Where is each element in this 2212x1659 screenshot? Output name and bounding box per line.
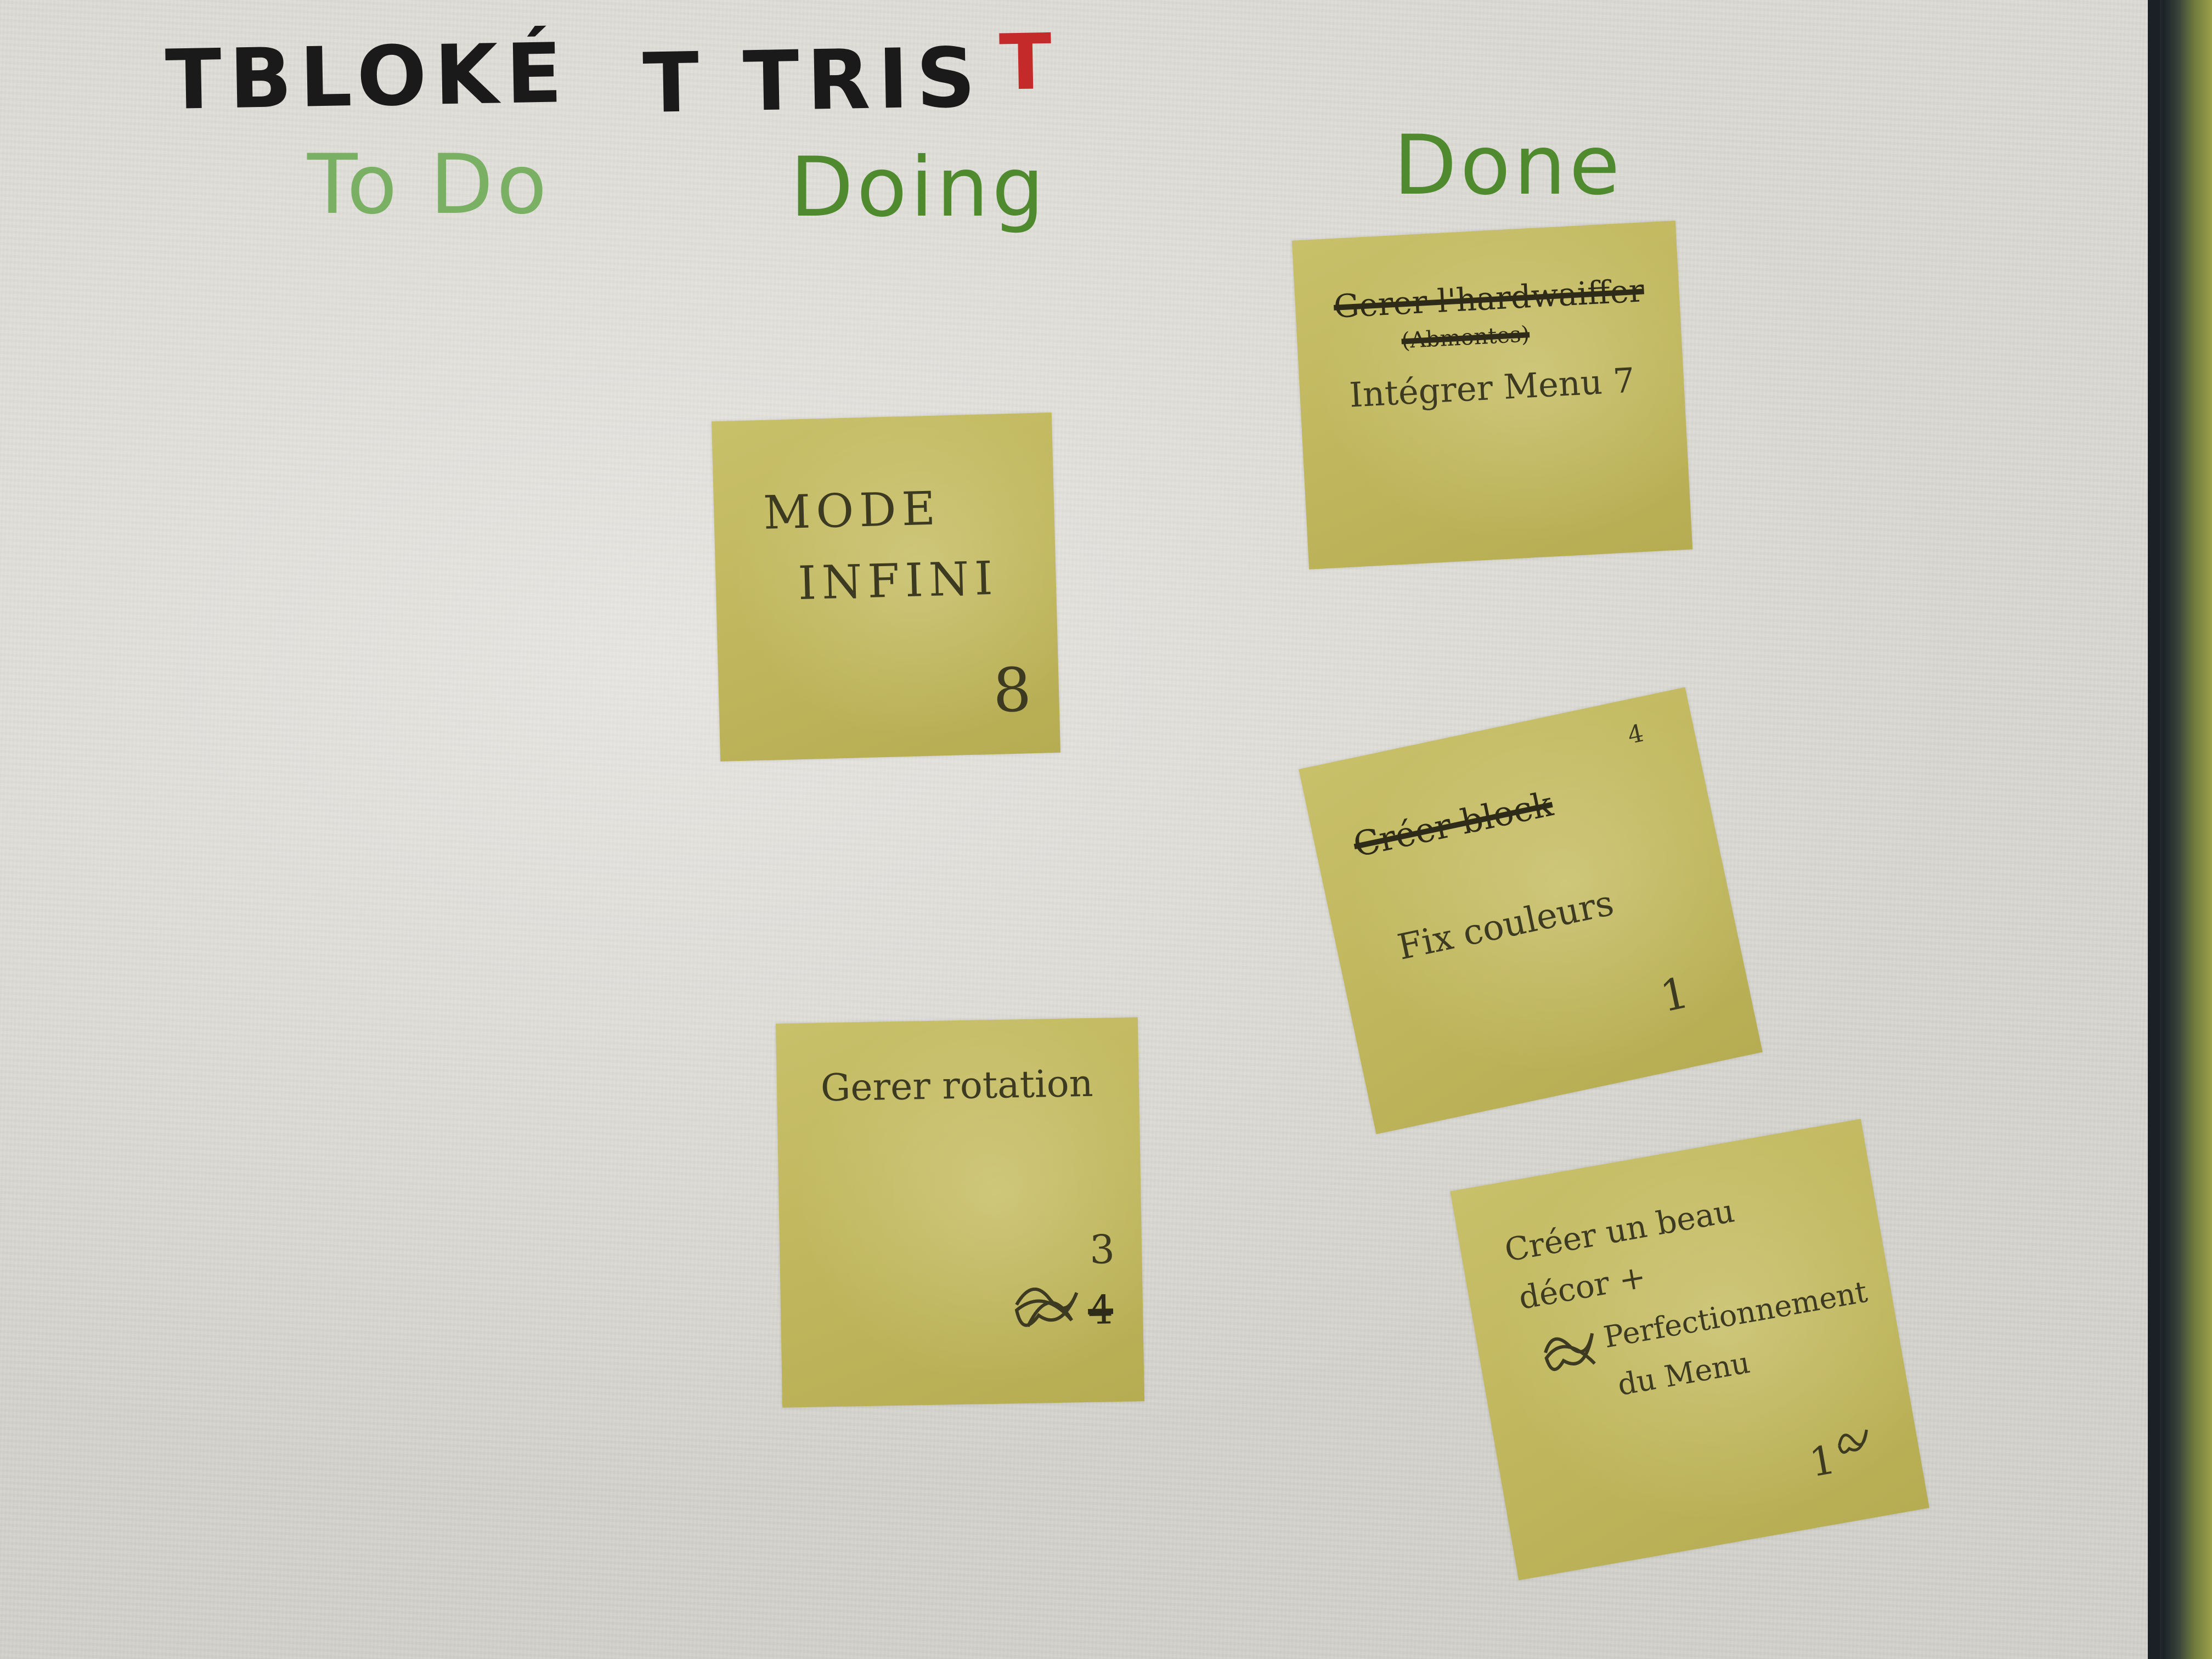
note-line: INFINI xyxy=(797,551,999,611)
note-points: 8 xyxy=(992,654,1032,726)
note-line: Fix couleurs xyxy=(1394,883,1617,968)
sticky-note-integrer-menu[interactable]: Gerer l'hardwaiffer (Abmontes) Intégrer … xyxy=(1291,221,1693,569)
note-line: Créer un beau xyxy=(1502,1192,1737,1269)
note-points: 3 xyxy=(1089,1226,1115,1273)
cropped-green-scribble-right-svg xyxy=(1799,0,2008,20)
note-line: MODE xyxy=(763,481,942,540)
scribble-mark xyxy=(1838,1429,1868,1454)
column-title-todo: To Do xyxy=(307,137,550,233)
note-crossed-line: Créer block xyxy=(1350,783,1556,865)
column-title-doing: Doing xyxy=(790,140,1048,235)
scribble-mark xyxy=(1014,1288,1079,1328)
note-line: Intégrer Menu 7 xyxy=(1348,360,1636,415)
note-line: Gerer rotation xyxy=(820,1062,1094,1110)
note-crossed-subline: (Abmontes) xyxy=(1401,321,1531,354)
window-edge xyxy=(2152,0,2212,1659)
header-sorted-text: T TRIS xyxy=(642,30,984,132)
column-title-done: Done xyxy=(1393,118,1623,213)
sticky-note-fix-couleurs[interactable]: Créer block 4 Fix couleurs 1 xyxy=(1299,687,1763,1135)
note-crossed-points: 4 xyxy=(1087,1286,1114,1333)
header-sorted: T TRIS T xyxy=(642,18,1060,132)
whiteboard: TBLOKÉ T TRIS T To Do Doing Done MODE INF… xyxy=(0,0,2212,1659)
note-points: 1 xyxy=(1805,1436,1839,1486)
sticky-note-gerer-rotation[interactable]: Gerer rotation 3 4 xyxy=(775,1017,1145,1408)
cropped-green-scribble-right xyxy=(1799,0,2008,43)
note-crossed-line: Gerer l'hardwaiffer xyxy=(1333,272,1645,325)
scribble-mark xyxy=(1544,1333,1596,1371)
note-line: décor + xyxy=(1516,1257,1649,1317)
note-points: 1 xyxy=(1656,968,1694,1022)
header-sorted-red-mark: T xyxy=(998,17,1060,108)
header-blocked: TBLOKÉ xyxy=(165,26,571,128)
note-corner-mark: 4 xyxy=(1625,719,1646,750)
sticky-note-mode-infini[interactable]: MODE INFINI 8 xyxy=(711,412,1061,762)
window-frame xyxy=(2148,0,2160,1659)
cropped-green-scribble-left-svg xyxy=(307,0,538,20)
sticky-note-creer-decor[interactable]: Créer un beau décor + Perfectionnement d… xyxy=(1450,1119,1929,1581)
note-line: du Menu xyxy=(1615,1345,1753,1403)
